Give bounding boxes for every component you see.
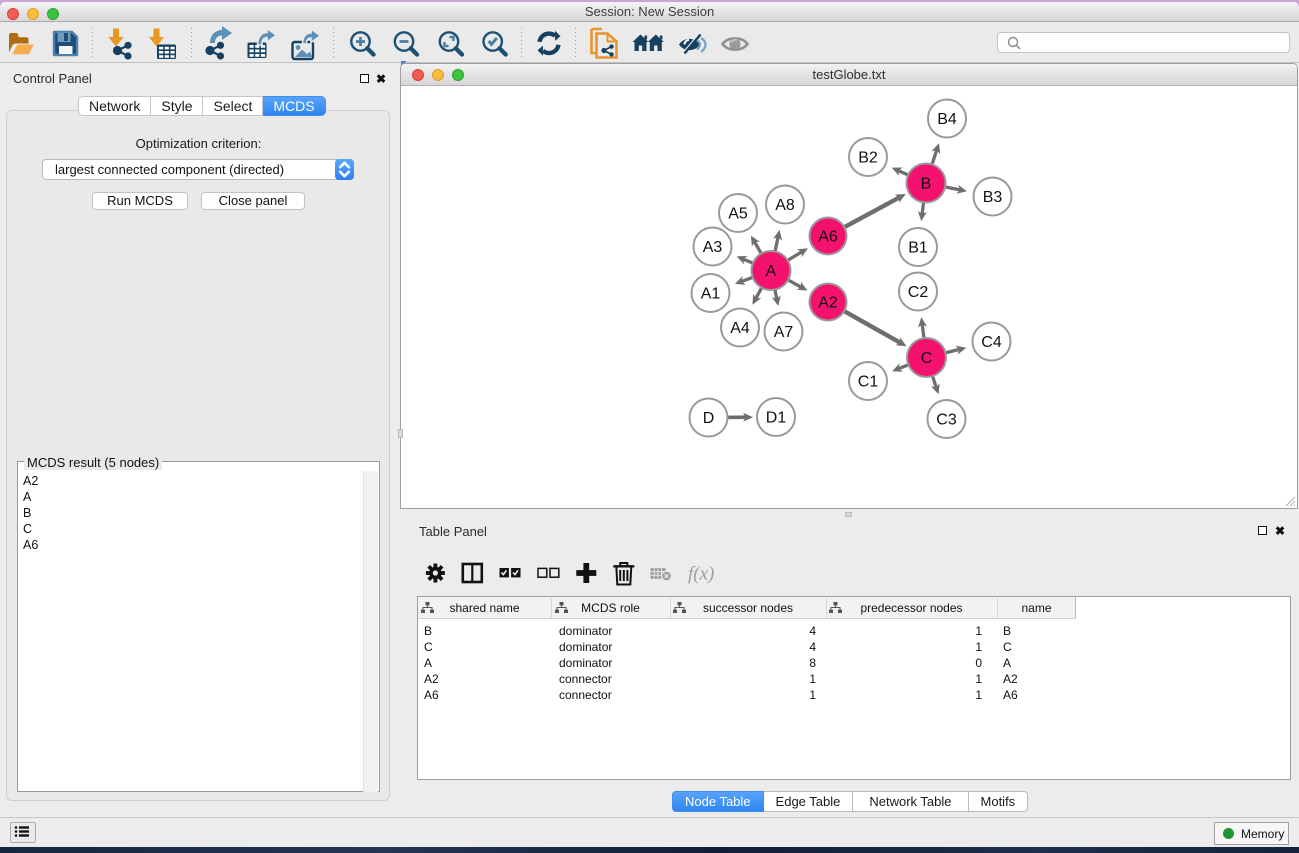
svg-text:B1: B1 xyxy=(908,240,928,257)
svg-text:A3: A3 xyxy=(703,239,723,256)
svg-text:C1: C1 xyxy=(858,374,879,391)
svg-text:C2: C2 xyxy=(908,284,929,301)
svg-text:A5: A5 xyxy=(728,206,748,223)
svg-text:D: D xyxy=(703,410,715,427)
svg-text:A: A xyxy=(766,263,777,280)
svg-text:B2: B2 xyxy=(858,150,878,167)
svg-text:f(x): f(x) xyxy=(688,564,714,585)
svg-text:C3: C3 xyxy=(936,412,957,429)
svg-text:B3: B3 xyxy=(983,189,1003,206)
svg-text:C4: C4 xyxy=(981,334,1002,351)
svg-text:A1: A1 xyxy=(701,286,721,303)
svg-text:A4: A4 xyxy=(730,320,750,337)
svg-text:B: B xyxy=(921,176,932,193)
svg-text:D1: D1 xyxy=(766,410,787,427)
svg-text:A8: A8 xyxy=(775,197,795,214)
svg-text:A6: A6 xyxy=(818,229,838,246)
svg-text:A7: A7 xyxy=(774,324,794,341)
svg-text:A2: A2 xyxy=(818,295,838,312)
svg-text:C: C xyxy=(921,350,933,367)
svg-text:B4: B4 xyxy=(937,111,957,128)
